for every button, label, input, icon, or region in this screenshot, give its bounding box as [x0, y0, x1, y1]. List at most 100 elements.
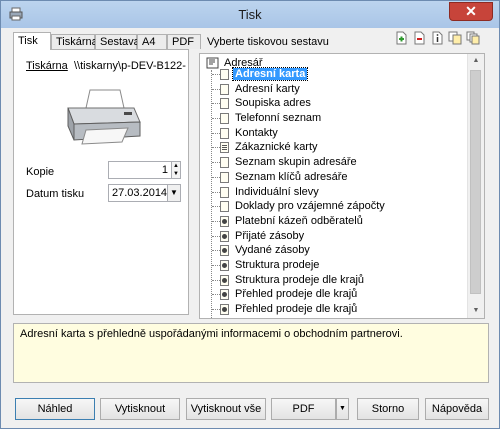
pdf-button[interactable]: PDF — [271, 398, 336, 420]
report-document-icon — [220, 127, 229, 139]
print-settings-panel: Tiskárna \\tiskarny\p-DEV-B122-HP2 Kopie… — [13, 49, 189, 315]
tree-item-label[interactable]: Seznam skupin adresáře — [233, 156, 359, 168]
tree-items: Adresní karta Adresní karty Soupiska adres… — [200, 67, 468, 319]
report-coin-icon — [220, 274, 229, 286]
tree-connector — [212, 162, 220, 164]
tab-a4[interactable]: A4 — [137, 34, 167, 49]
tree-item-label[interactable]: Struktura prodeje — [233, 259, 321, 271]
chevron-down-icon[interactable]: ▼ — [173, 171, 179, 177]
tree-item[interactable]: Přijaté zásoby — [200, 229, 468, 244]
tree-item-label[interactable]: Doklady pro vzájemné zápočty — [233, 200, 387, 212]
report-coin-icon — [220, 289, 229, 301]
tree-connector — [212, 132, 220, 134]
tree-connector — [212, 147, 220, 149]
report-coin-icon — [220, 245, 229, 257]
scroll-down-icon[interactable]: ▼ — [468, 304, 484, 318]
copy-icon[interactable] — [448, 31, 462, 45]
date-input[interactable]: 27.03.2014 — [108, 184, 168, 202]
report-document-icon — [220, 201, 229, 213]
window-title: Tisk — [238, 7, 262, 22]
tree-item-label[interactable]: Telefonní seznam — [233, 112, 323, 124]
report-description: Adresní karta s přehledně uspořádanými i… — [13, 323, 489, 383]
printer-label[interactable]: Tiskárna — [26, 60, 68, 72]
tree-connector — [212, 250, 220, 252]
tree-scrollbar[interactable]: ▲ ▼ — [467, 54, 484, 318]
tree-item-label[interactable]: Struktura prodeje dle krajů — [233, 274, 366, 286]
report-lines-icon — [220, 142, 229, 154]
tree-item[interactable]: Seznam skupin adresáře — [200, 155, 468, 170]
tree-item[interactable]: Přehled prodeje dle krajů — [200, 287, 468, 302]
tree-connector — [212, 220, 220, 222]
report-tree[interactable]: Adresář Adresní karta Adresní karty Soupis… — [199, 53, 485, 319]
report-coin-icon — [220, 215, 229, 227]
report-heading: Vyberte tiskovou sestavu — [207, 36, 329, 48]
close-button[interactable]: ✕ — [449, 2, 493, 21]
print-all-button[interactable]: Vytisknout vše — [186, 398, 266, 420]
tree-item-label[interactable]: Adresní karta — [231, 67, 309, 81]
copy-all-icon[interactable] — [466, 31, 480, 45]
tree-item-label[interactable]: Přehled prodeje dle krajů — [233, 288, 359, 300]
help-button[interactable]: Nápověda — [425, 398, 489, 420]
report-document-icon — [220, 69, 229, 80]
tree-item-label[interactable]: Oznamovací povinnost — [233, 318, 349, 319]
tree-item-label[interactable]: Seznam klíčů adresáře — [233, 171, 350, 183]
tree-connector — [212, 103, 220, 105]
tree-item-label[interactable]: Platební kázeň odběratelů — [233, 215, 365, 227]
tree-connector — [212, 235, 220, 237]
print-button[interactable]: Vytisknout — [100, 398, 180, 420]
tree-item[interactable]: Telefonní seznam — [200, 111, 468, 126]
tree-item[interactable]: Zákaznické karty — [200, 140, 468, 155]
tree-item-label[interactable]: Adresní karty — [233, 83, 302, 95]
tree-item[interactable]: Kontakty — [200, 126, 468, 141]
cancel-button[interactable]: Storno — [357, 398, 419, 420]
tree-item[interactable]: Adresní karty — [200, 82, 468, 97]
tree-connector — [212, 264, 220, 266]
info-icon[interactable] — [430, 31, 444, 45]
copies-stepper[interactable]: ▲ ▼ — [171, 161, 181, 179]
tree-item[interactable]: Adresní karta — [200, 67, 468, 82]
scroll-thumb[interactable] — [470, 70, 481, 294]
tree-item[interactable]: Soupiska adres — [200, 96, 468, 111]
report-document-icon — [220, 113, 229, 125]
tree-item[interactable]: Struktura prodeje — [200, 258, 468, 273]
tree-item[interactable]: Struktura prodeje dle krajů — [200, 273, 468, 288]
tab-pdf[interactable]: PDF — [167, 34, 201, 49]
tree-item-label[interactable]: Zákaznické karty — [233, 141, 320, 153]
tree-connector — [212, 88, 220, 90]
tree-connector — [212, 279, 220, 281]
printer-icon — [67, 89, 141, 145]
printer-path: \\tiskarny\p-DEV-B122-HP2 — [74, 60, 186, 72]
tab-tisk[interactable]: Tisk — [13, 32, 51, 50]
chevron-down-icon[interactable]: ▼ — [170, 188, 178, 197]
tree-item[interactable]: Individuální slevy — [200, 185, 468, 200]
remove-icon[interactable] — [412, 31, 426, 45]
report-coin-icon — [220, 259, 229, 271]
tree-item[interactable]: Vydané zásoby — [200, 243, 468, 258]
report-coin-icon — [220, 230, 229, 242]
date-dropdown-button[interactable]: ▼ — [167, 184, 181, 202]
tree-item[interactable]: Platební kázeň odběratelů — [200, 214, 468, 229]
scroll-up-icon[interactable]: ▲ — [468, 54, 484, 68]
tree-item[interactable]: Přehled prodeje dle krajů — [200, 302, 468, 317]
tree-item-label[interactable]: Přijaté zásoby — [233, 230, 306, 242]
report-document-icon — [220, 186, 229, 198]
pdf-dropdown-button[interactable]: ▼ — [336, 398, 349, 420]
tree-item-label[interactable]: Soupiska adres — [233, 97, 313, 109]
tree-item[interactable]: Seznam klíčů adresáře — [200, 170, 468, 185]
tab-sestava[interactable]: Sestava — [95, 34, 140, 49]
copies-input[interactable]: 1 — [108, 161, 172, 179]
tree-item-label[interactable]: Vydané zásoby — [233, 244, 312, 256]
tab-tiskarna[interactable]: Tiskárna — [51, 34, 98, 49]
print-dialog: Tisk ✕ Tisk Tiskárna Sestava A4 PDF Vybe… — [0, 0, 500, 429]
tree-item-label[interactable]: Kontakty — [233, 127, 280, 139]
tree-item-label[interactable]: Individuální slevy — [233, 186, 321, 198]
tree-connector — [212, 294, 220, 296]
chevron-up-icon[interactable]: ▲ — [173, 163, 179, 169]
tree-item[interactable]: Oznamovací povinnost — [200, 317, 468, 319]
preview-button[interactable]: Náhled — [15, 398, 95, 420]
report-document-icon — [220, 171, 229, 183]
add-icon[interactable] — [394, 31, 408, 45]
tree-item-label[interactable]: Přehled prodeje dle krajů — [233, 303, 359, 315]
tree-connector — [212, 74, 220, 75]
tree-item[interactable]: Doklady pro vzájemné zápočty — [200, 199, 468, 214]
